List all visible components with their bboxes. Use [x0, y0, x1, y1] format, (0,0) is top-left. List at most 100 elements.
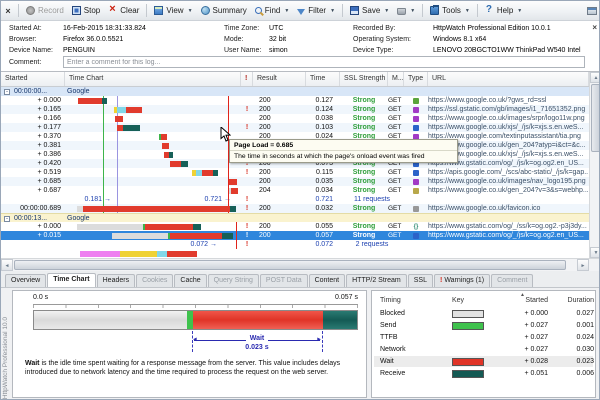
tab-headers[interactable]: Headers: [97, 274, 135, 287]
img-type-icon: [413, 116, 419, 122]
scroll-left-icon[interactable]: ◄: [1, 259, 13, 271]
time-value: 0.038: [301, 114, 333, 123]
time-value: 0.034: [301, 186, 333, 195]
timing-bar-segment: [162, 143, 169, 149]
toolbar-button-tools[interactable]: Tools▼: [426, 3, 474, 19]
request-row[interactable]: + 0.0002000.127StrongGEThttps://www.goog…: [1, 96, 589, 105]
toolbar-button-filter[interactable]: Filter▼: [293, 3, 339, 19]
info-field-label: Started At:: [9, 25, 42, 32]
request-row[interactable]: + 0.177!2000.103StrongGEThttps://www.goo…: [1, 123, 589, 132]
horizontal-scroll-thumb[interactable]: [14, 260, 566, 270]
request-url: https://www.google.co.uk/images/srpr/log…: [428, 114, 588, 123]
timing-column-header[interactable]: Duration: [552, 297, 594, 304]
timing-bar-segment: [231, 188, 238, 194]
info-field-value: HttpWatch Professional Edition 10.0.1: [433, 25, 551, 32]
timing-started: + 0.027: [500, 322, 548, 329]
grid-vertical-scrollbar[interactable]: ▲ ▼: [589, 72, 600, 258]
request-row[interactable]: + 0.6852000.035StrongGEThttps://www.goog…: [1, 177, 589, 186]
toolbar-button-view[interactable]: View▼: [150, 3, 196, 19]
warning-icon: !: [241, 222, 253, 231]
tab-warnings-1-[interactable]: !Warnings (1): [434, 274, 490, 287]
warning-icon: !: [241, 231, 253, 240]
timing-column-header[interactable]: Started: [500, 297, 548, 304]
css-type-icon: {}: [414, 224, 419, 230]
timing-column-header[interactable]: Key: [452, 297, 492, 304]
tab-content[interactable]: Content: [309, 274, 346, 287]
toolbar-separator: [146, 4, 147, 17]
group-header-row[interactable]: -00:00:13...Google: [1, 213, 589, 222]
toolbar-button-record[interactable]: Record: [22, 3, 68, 19]
js-type-icon: [413, 233, 419, 239]
column-header-result[interactable]: Result: [253, 72, 306, 86]
scroll-right-icon[interactable]: ►: [577, 259, 589, 271]
timing-bar-segment: [169, 152, 173, 158]
tab-overview[interactable]: Overview: [5, 274, 46, 287]
js-type-icon: [413, 170, 419, 176]
toolbar-button-stop[interactable]: Stop: [68, 3, 104, 19]
vertical-scroll-thumb[interactable]: [591, 84, 600, 152]
request-url: https://apis.google.com/_/scs/abc-static…: [428, 168, 588, 177]
tab-http-2-stream[interactable]: HTTP/2 Stream: [346, 274, 407, 287]
help-icon: [485, 6, 494, 15]
column-header-url[interactable]: URL: [428, 72, 589, 86]
tab-label: Cookies: [142, 277, 167, 284]
tab-ssl[interactable]: SSL: [408, 274, 433, 287]
toolbar-button-print[interactable]: ▼: [393, 3, 419, 19]
info-field-value: PENGUIN: [63, 47, 95, 54]
column-header-time-chart[interactable]: Time Chart: [65, 72, 241, 86]
favicon-type-icon: [413, 206, 419, 212]
toolbar-button-clear[interactable]: Clear: [104, 3, 143, 19]
request-started: + 0.370: [1, 132, 61, 141]
ssl-strength-value: Strong: [340, 123, 388, 132]
toolbar-button-help[interactable]: Help▼: [481, 3, 526, 19]
request-row[interactable]: + 0.1662000.038StrongGEThttps://www.goog…: [1, 114, 589, 123]
column-header-m-[interactable]: M...: [388, 72, 404, 86]
result-value: 200: [259, 204, 271, 213]
request-row[interactable]: 00:00:00.689!2000.032StrongGEThttps://ww…: [1, 204, 589, 213]
request-row[interactable]: + 0.165!2000.124StrongGEThttps://ssl.gst…: [1, 105, 589, 114]
tab-label: Headers: [103, 277, 129, 284]
tab-cache[interactable]: Cache: [174, 274, 206, 287]
group-header-row[interactable]: -00:00:00...Google: [1, 87, 589, 96]
wait-label: Wait: [246, 335, 269, 342]
column-header-type[interactable]: Type: [404, 72, 428, 86]
comment-input[interactable]: [63, 56, 585, 68]
request-row[interactable]: + 0.000!2000.055StrongGET{}https://www.g…: [1, 222, 589, 231]
timing-bar-segment: [112, 233, 170, 239]
request-started: + 0.685: [1, 177, 61, 186]
ssl-strength-value: Strong: [340, 168, 388, 177]
tab-time-chart[interactable]: Time Chart: [47, 273, 95, 287]
request-row-selected[interactable]: + 0.015!2000.057StrongGEThttps://www.gst…: [1, 231, 589, 240]
page-summary-row: 0.072 →!0.0722 requests: [1, 240, 589, 249]
scale-end-label: 0.057 s: [335, 294, 358, 301]
toolbar-close-icon[interactable]: ×: [1, 6, 15, 16]
toolbar-button-summary[interactable]: Summary: [197, 3, 251, 19]
scroll-down-icon[interactable]: ▼: [590, 247, 600, 258]
grid-horizontal-scrollbar[interactable]: ◄ ►: [1, 258, 600, 271]
tab-label: Warnings (1): [444, 277, 484, 284]
time-value: 0.124: [301, 105, 333, 114]
tab-cookies: Cookies: [136, 274, 173, 287]
column-header-time[interactable]: Time: [306, 72, 340, 86]
js-type-icon: [413, 125, 419, 131]
info-field-value: Firefox 36.0.0.5521: [63, 36, 123, 43]
collapse-icon[interactable]: -: [4, 216, 10, 222]
scroll-up-icon[interactable]: ▲: [590, 72, 600, 83]
request-row[interactable]: + 0.519!2000.115StrongGEThttps://apis.go…: [1, 168, 589, 177]
toolbar-button-save[interactable]: Save▼: [346, 3, 393, 19]
column-header-ssl-strength[interactable]: SSL Strength: [340, 72, 388, 86]
window-icon[interactable]: [587, 7, 597, 15]
toolbar-button-find[interactable]: Find▼: [251, 3, 294, 19]
request-started: + 0.177: [1, 123, 61, 132]
column-header-started[interactable]: Started: [1, 72, 65, 86]
timing-column-header[interactable]: Timing: [380, 297, 450, 304]
toolbar-button-label: Record: [38, 6, 64, 15]
sort-ascending-icon: ▲: [520, 292, 525, 298]
request-row[interactable]: + 0.6872040.034StrongGEThttps://www.goog…: [1, 186, 589, 195]
warning-icon: !: [440, 277, 442, 284]
ssl-strength-value: Strong: [340, 186, 388, 195]
column-header--[interactable]: !: [241, 72, 253, 86]
view-icon: [154, 6, 163, 15]
collapse-icon[interactable]: -: [4, 89, 10, 95]
info-close-icon[interactable]: ×: [592, 23, 597, 32]
